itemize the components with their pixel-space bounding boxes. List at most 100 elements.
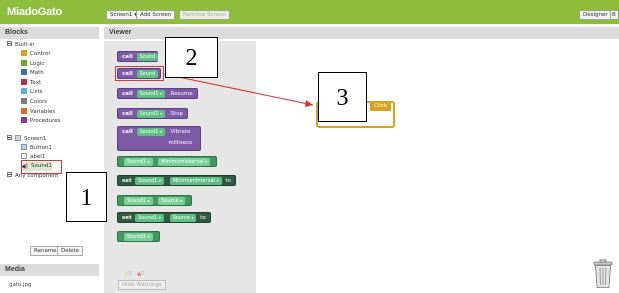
category-color-icon <box>21 117 27 124</box>
category-label: Lists <box>30 89 43 96</box>
collapse-icon[interactable] <box>7 135 12 140</box>
tree-builtin[interactable]: Built-in <box>7 41 34 50</box>
category-label: Procedures <box>30 118 61 125</box>
media-panel-title: Media <box>0 264 99 276</box>
rename-button[interactable]: Rename <box>30 246 61 256</box>
tree-screen1[interactable]: Screen1 <box>7 135 46 144</box>
component-pill[interactable]: Sound <box>136 70 159 78</box>
component-name: Sound1 <box>138 215 158 221</box>
warnings-indicator: ⚠0 ▲0 <box>124 271 144 277</box>
category-label: Logic <box>30 60 45 67</box>
add-screen-button[interactable]: Add Screen <box>136 10 176 20</box>
component-name: Sound1 <box>127 234 146 240</box>
component-pill[interactable]: Sound1 ▾ <box>135 177 164 185</box>
category-text[interactable]: Text <box>21 78 42 88</box>
property-pill[interactable]: Source ▾ <box>158 197 186 205</box>
setter-minimum-interval[interactable]: set Sound1 ▾ MinimumInterval ▾ to <box>117 175 236 186</box>
remove-screen-button[interactable]: Remove Screen <box>179 10 230 20</box>
callout-box-2: 2 <box>165 37 218 78</box>
component-pill[interactable]: Sound <box>136 53 159 61</box>
category-color-icon <box>21 107 27 114</box>
category-variables[interactable]: Variables <box>21 107 56 117</box>
property-name: Source <box>172 215 190 221</box>
category-control[interactable]: Control <box>21 50 50 59</box>
workspace <box>256 41 619 293</box>
category-color-icon <box>21 50 27 56</box>
call-keyword: call <box>122 111 133 117</box>
callout-box-1: 1 <box>66 172 107 222</box>
property-pill[interactable]: MinimumInterval ▾ <box>169 177 222 185</box>
callout-box-3: 3 <box>318 72 367 122</box>
getter-source[interactable]: Sound1 ▾ Source ▾ <box>117 195 193 206</box>
button-icon <box>21 144 27 150</box>
screen-label: Screen1 <box>24 136 47 142</box>
method-name: .Stop <box>168 111 184 117</box>
warnings-count: 0 <box>128 271 132 277</box>
category-logic[interactable]: Logic <box>21 59 45 69</box>
category-procedures[interactable]: Procedures <box>21 117 61 126</box>
category-color-icon <box>21 88 27 95</box>
category-label: Text <box>30 79 42 86</box>
param-label: millisecs <box>168 140 192 146</box>
category-lists[interactable]: Lists <box>21 88 42 97</box>
category-color-icon <box>21 78 27 85</box>
designer-button[interactable]: Designer <box>579 10 612 20</box>
event-block-label[interactable]: Click <box>370 101 392 111</box>
component-name: Sound1 <box>139 91 159 97</box>
property-name: Source <box>161 198 179 204</box>
component-name: Sound1 <box>138 178 158 184</box>
call-keyword: call <box>122 54 133 60</box>
component-getter[interactable]: Sound1 ▾ <box>117 231 160 242</box>
delete-button[interactable]: Delete <box>57 246 84 256</box>
category-label: Control <box>30 51 50 57</box>
hide-warnings-button[interactable]: Hide Warnings <box>118 280 166 290</box>
property-pill[interactable]: MinimumInterval ▾ <box>158 158 211 166</box>
call-block-play[interactable]: call Sound <box>117 51 159 62</box>
call-keyword: call <box>122 91 133 97</box>
category-math[interactable]: Math <box>21 69 44 78</box>
component-pill[interactable]: Sound1 ▾ <box>124 158 153 166</box>
component-pill[interactable]: Sound1 ▾ <box>136 90 166 98</box>
category-color-icon <box>21 59 27 66</box>
method-name: .Resume <box>168 91 193 97</box>
category-color-icon <box>21 69 27 76</box>
category-label: Variables <box>30 108 56 115</box>
trash-icon[interactable] <box>592 259 614 289</box>
set-keyword: set <box>122 215 132 221</box>
component-pill[interactable]: Sound1 ▾ <box>135 214 164 222</box>
app-brand: MiadoGato <box>7 6 63 18</box>
call-block-vibrate[interactable]: call Sound1 ▾ .Vibrate millisecs <box>117 126 201 151</box>
call-block-resume[interactable]: call Sound1 ▾ .Resume <box>117 88 198 99</box>
property-name: MinimumInterval <box>161 159 204 165</box>
screen-icon <box>15 135 21 141</box>
component-name: Sound1 <box>127 159 146 165</box>
media-item[interactable]: gato.jpg <box>9 282 32 288</box>
component-label: Button1 <box>30 145 52 151</box>
errors-count: 0 <box>141 271 145 277</box>
getter-minimum-interval[interactable]: Sound1 ▾ MinimumInterval ▾ <box>117 156 218 167</box>
property-pill[interactable]: Source ▾ <box>169 214 197 222</box>
blocks-panel: Built-in Control Logic Math Text Lists Colors… <box>0 41 99 262</box>
label-icon <box>21 153 27 159</box>
blocks-panel-title: Blocks <box>0 27 99 39</box>
property-name: MinimumInterval <box>172 178 216 184</box>
category-label: Math <box>30 70 44 77</box>
category-colors[interactable]: Colors <box>21 98 47 107</box>
component-pill[interactable]: Sound1 ▾ <box>124 197 153 205</box>
call-block-highlighted[interactable]: call Sound <box>117 68 161 79</box>
setter-source[interactable]: set Sound1 ▾ Source ▾ to <box>117 212 211 223</box>
highlight-sound1 <box>21 160 62 174</box>
component-pill[interactable]: Sound1 ▾ <box>124 233 153 241</box>
component-name: Sound1 <box>139 129 159 135</box>
category-color-icon <box>21 98 27 104</box>
component-name: Sound1 <box>139 111 159 117</box>
component-button1[interactable]: Button1 <box>21 144 52 153</box>
collapse-icon[interactable] <box>7 41 12 46</box>
method-name: .Vibrate <box>168 129 191 135</box>
expand-icon[interactable] <box>7 172 12 177</box>
top-bar: MiadoGato Screen1 ▾ Add Screen Remove Sc… <box>0 0 619 24</box>
component-pill[interactable]: Sound1 ▾ <box>136 110 166 118</box>
component-pill[interactable]: Sound1 ▾ <box>136 128 166 136</box>
blocks-button[interactable]: B <box>610 10 619 20</box>
call-block-stop[interactable]: call Sound1 ▾ .Stop <box>117 108 189 119</box>
